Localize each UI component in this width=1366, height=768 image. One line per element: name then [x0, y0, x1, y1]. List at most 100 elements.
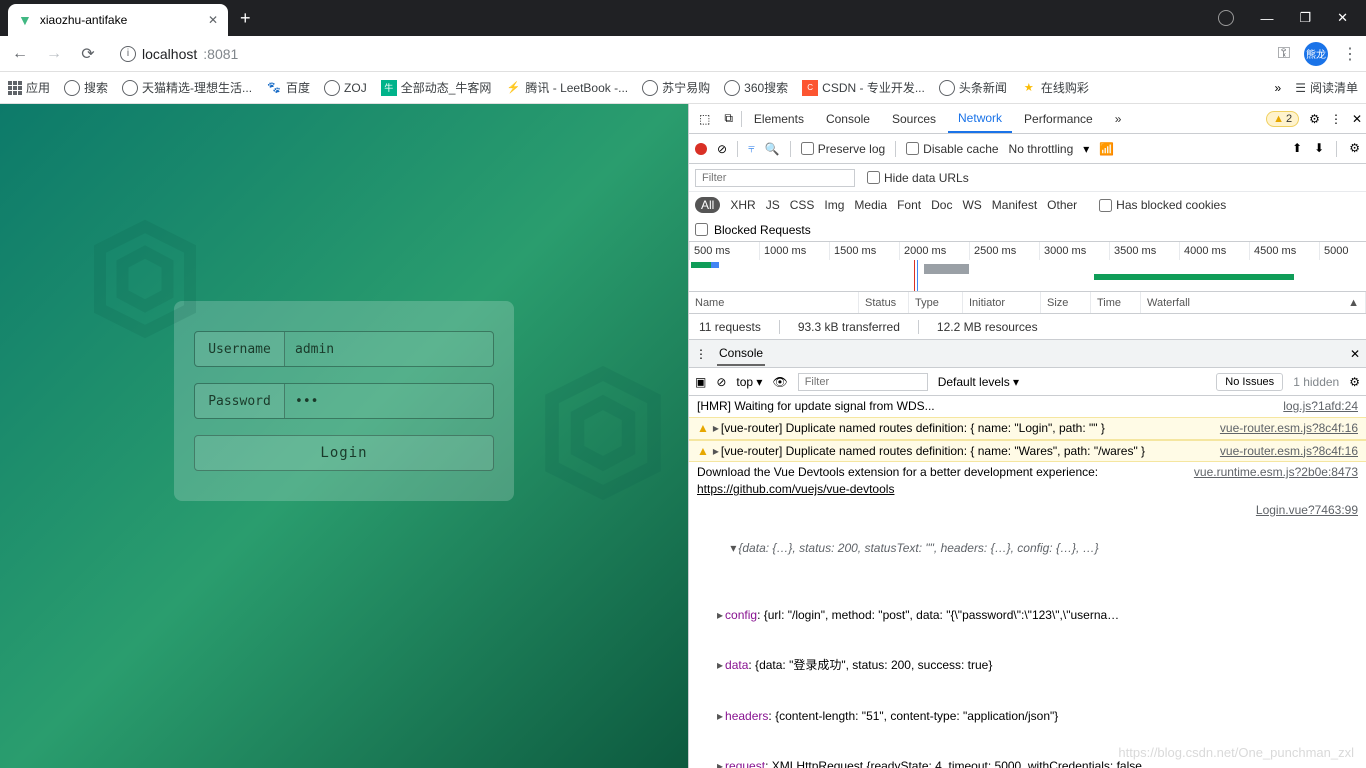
- close-devtools-icon[interactable]: ✕: [1352, 112, 1362, 126]
- bookmark-item[interactable]: 360搜索: [724, 79, 788, 96]
- tab-elements[interactable]: Elements: [744, 104, 814, 133]
- wifi-icon[interactable]: 📶: [1099, 142, 1114, 156]
- expand-icon[interactable]: ▸: [713, 444, 719, 458]
- username-input[interactable]: [285, 332, 493, 366]
- log-source-link[interactable]: Login.vue?7463:99: [1256, 502, 1358, 519]
- network-filter-input[interactable]: [695, 169, 855, 187]
- filter-js[interactable]: JS: [766, 198, 780, 212]
- log-source-link[interactable]: vue-router.esm.js?8c4f:16: [1220, 420, 1358, 437]
- bookmark-item[interactable]: 头条新闻: [939, 79, 1007, 96]
- bookmark-item[interactable]: ★在线购彩: [1021, 79, 1089, 96]
- console-tab-label[interactable]: Console: [717, 342, 765, 366]
- maximize-icon[interactable]: ❐: [1299, 10, 1311, 26]
- preserve-log-checkbox[interactable]: Preserve log: [801, 142, 885, 156]
- download-icon[interactable]: ⬇: [1314, 141, 1324, 157]
- col-initiator[interactable]: Initiator: [963, 292, 1041, 313]
- device-icon[interactable]: ⧉: [718, 111, 739, 126]
- tab-more[interactable]: »: [1105, 104, 1132, 133]
- eye-icon[interactable]: 👁: [772, 375, 787, 389]
- bookmark-item[interactable]: ZOJ: [324, 80, 367, 96]
- devtools-link[interactable]: https://github.com/vuejs/vue-devtools: [697, 482, 894, 496]
- bookmark-item[interactable]: ⚡腾讯 - LeetBook -...: [505, 79, 628, 96]
- forward-icon[interactable]: →: [42, 45, 66, 63]
- log-source-link[interactable]: vue.runtime.esm.js?2b0e:8473: [1194, 464, 1358, 498]
- expand-icon[interactable]: ▸: [713, 421, 719, 435]
- record-icon[interactable]: [695, 143, 707, 155]
- log-source-link[interactable]: log.js?1afd:24: [1283, 398, 1358, 415]
- back-icon[interactable]: ←: [8, 45, 32, 63]
- close-window-icon[interactable]: ✕: [1337, 10, 1348, 26]
- reload-icon[interactable]: ⟳: [76, 44, 100, 64]
- col-size[interactable]: Size: [1041, 292, 1091, 313]
- filter-toggle-icon[interactable]: ⫧: [748, 141, 755, 156]
- filter-ws[interactable]: WS: [962, 198, 981, 212]
- key-icon[interactable]: ⚿: [1278, 45, 1290, 63]
- col-type[interactable]: Type: [909, 292, 963, 313]
- expand-icon[interactable]: ▸: [717, 709, 723, 723]
- network-timeline[interactable]: 500 ms 1000 ms 1500 ms 2000 ms 2500 ms 3…: [689, 242, 1366, 292]
- chevron-down-icon[interactable]: ▾: [1083, 142, 1089, 156]
- col-time[interactable]: Time: [1091, 292, 1141, 313]
- close-tab-icon[interactable]: ✕: [208, 13, 218, 27]
- filter-other[interactable]: Other: [1047, 198, 1077, 212]
- filter-all[interactable]: All: [695, 197, 720, 213]
- bookmark-item[interactable]: 搜索: [64, 79, 108, 96]
- clear-console-icon[interactable]: ⊘: [716, 375, 726, 389]
- tab-console[interactable]: Console: [816, 104, 880, 133]
- kebab-icon[interactable]: ⋮: [1330, 112, 1342, 126]
- gear-icon[interactable]: ⚙: [1349, 375, 1360, 389]
- menu-icon[interactable]: ⋮: [1342, 44, 1358, 64]
- profile-avatar[interactable]: 熊龙: [1304, 42, 1328, 66]
- filter-css[interactable]: CSS: [790, 198, 815, 212]
- minimize-icon[interactable]: —: [1260, 11, 1273, 26]
- bookmark-item[interactable]: 牛全部动态_牛客网: [381, 79, 492, 96]
- warnings-badge[interactable]: ▲2: [1266, 111, 1299, 127]
- throttling-select[interactable]: No throttling: [1009, 142, 1074, 156]
- bookmark-item[interactable]: 天猫精选-理想生活...: [122, 79, 252, 96]
- bookmark-item[interactable]: 🐾百度: [266, 79, 310, 96]
- blocked-checkbox[interactable]: [695, 223, 708, 236]
- reading-list-button[interactable]: ☰阅读清单: [1295, 79, 1358, 96]
- upload-icon[interactable]: ⬆: [1292, 141, 1302, 157]
- has-blocked-checkbox[interactable]: Has blocked cookies: [1099, 198, 1226, 212]
- filter-xhr[interactable]: XHR: [730, 198, 755, 212]
- col-status[interactable]: Status: [859, 292, 909, 313]
- no-issues-badge[interactable]: No Issues: [1216, 373, 1283, 391]
- sidebar-toggle-icon[interactable]: ▣: [695, 375, 706, 389]
- log-source-link[interactable]: vue-router.esm.js?8c4f:16: [1220, 443, 1358, 460]
- context-select[interactable]: top ▾: [736, 375, 762, 389]
- levels-select[interactable]: Default levels ▾: [938, 375, 1019, 389]
- bookmark-item[interactable]: CCSDN - 专业开发...: [802, 79, 925, 96]
- settings-icon[interactable]: ⚙: [1309, 112, 1320, 126]
- expand-icon[interactable]: ▾: [730, 541, 736, 555]
- login-button[interactable]: Login: [194, 435, 494, 471]
- expand-icon[interactable]: ▸: [717, 608, 723, 622]
- browser-tab[interactable]: ▼ xiaozhu-antifake ✕: [8, 4, 228, 36]
- col-name[interactable]: Name: [689, 292, 859, 313]
- bookmark-item[interactable]: 苏宁易购: [642, 79, 710, 96]
- search-icon[interactable]: 🔍: [765, 142, 780, 156]
- account-icon[interactable]: [1218, 10, 1234, 26]
- filter-manifest[interactable]: Manifest: [992, 198, 1037, 212]
- disable-cache-checkbox[interactable]: Disable cache: [906, 142, 998, 156]
- apps-button[interactable]: 应用: [8, 79, 50, 96]
- expand-icon[interactable]: ▸: [717, 658, 723, 672]
- close-drawer-icon[interactable]: ✕: [1350, 347, 1360, 361]
- clear-icon[interactable]: ⊘: [717, 142, 727, 156]
- expand-icon[interactable]: ▸: [717, 759, 723, 768]
- tab-sources[interactable]: Sources: [882, 104, 946, 133]
- url-input[interactable]: i localhost:8081: [110, 42, 1268, 66]
- new-tab-button[interactable]: +: [240, 8, 251, 29]
- filter-media[interactable]: Media: [854, 198, 887, 212]
- tab-network[interactable]: Network: [948, 104, 1012, 133]
- filter-img[interactable]: Img: [824, 198, 844, 212]
- tab-performance[interactable]: Performance: [1014, 104, 1103, 133]
- kebab-icon[interactable]: ⋮: [695, 347, 707, 361]
- site-info-icon[interactable]: i: [120, 46, 136, 62]
- gear-icon[interactable]: ⚙: [1349, 141, 1360, 157]
- console-filter-input[interactable]: [798, 373, 928, 391]
- inspect-icon[interactable]: ⬚: [693, 112, 716, 126]
- password-input[interactable]: [285, 384, 493, 418]
- filter-doc[interactable]: Doc: [931, 198, 952, 212]
- overflow-icon[interactable]: »: [1275, 81, 1282, 95]
